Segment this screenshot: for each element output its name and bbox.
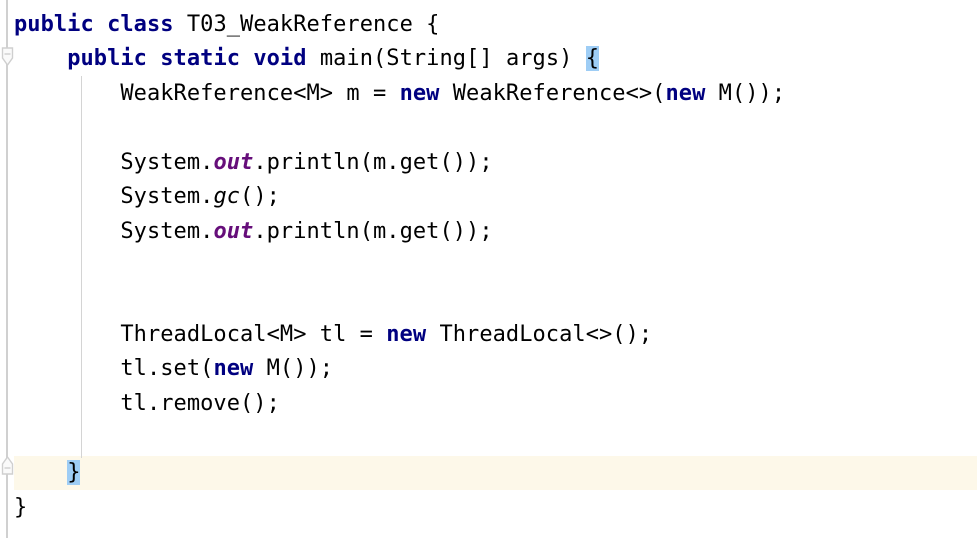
- code-line[interactable]: [0, 421, 977, 455]
- code-token: tl.set(: [14, 356, 214, 381]
- code-token: ThreadLocal<>();: [426, 322, 653, 347]
- code-line[interactable]: WeakReference<M> m = new WeakReference<>…: [0, 77, 977, 111]
- code-text-layer[interactable]: public class T03_WeakReference { public …: [0, 0, 977, 538]
- editor-gutter[interactable]: [0, 0, 14, 538]
- code-token: ThreadLocal<M> tl =: [14, 322, 387, 347]
- code-token: out: [213, 219, 254, 244]
- code-line[interactable]: tl.set(new M());: [0, 352, 977, 386]
- code-token: tl.remove();: [14, 391, 280, 416]
- code-token: new: [665, 81, 706, 106]
- fold-collapse-method-end-icon[interactable]: [0, 455, 15, 477]
- code-token: out: [213, 150, 254, 175]
- code-line[interactable]: public class T03_WeakReference {: [0, 8, 977, 42]
- code-token: new: [213, 356, 254, 381]
- code-line[interactable]: System.out.println(m.get());: [0, 215, 977, 249]
- code-token: void: [253, 46, 307, 71]
- code-token: T03_WeakReference {: [173, 12, 440, 37]
- code-line[interactable]: [0, 249, 977, 283]
- code-token: class: [107, 12, 174, 37]
- code-line[interactable]: [0, 111, 977, 145]
- code-token: System.: [14, 150, 214, 175]
- code-token: }: [67, 460, 81, 485]
- code-token: }: [14, 495, 28, 520]
- code-token: public: [67, 46, 147, 71]
- code-token: new: [399, 81, 440, 106]
- code-token: M());: [705, 81, 786, 106]
- code-token: System.: [14, 219, 214, 244]
- code-line[interactable]: ThreadLocal<M> tl = new ThreadLocal<>();: [0, 318, 977, 352]
- code-token: main(String[] args): [306, 46, 586, 71]
- code-token: WeakReference<>(: [439, 81, 666, 106]
- code-token: .println(m.get());: [253, 150, 493, 175]
- code-token: gc: [213, 184, 241, 209]
- code-line[interactable]: System.gc();: [0, 180, 977, 214]
- code-line[interactable]: public static void main(String[] args) {: [0, 42, 977, 76]
- code-token: WeakReference<M> m =: [14, 81, 400, 106]
- code-token: new: [386, 322, 427, 347]
- code-token: ();: [240, 184, 280, 209]
- code-token: public: [14, 12, 94, 37]
- code-token: {: [585, 46, 600, 71]
- code-token: System.: [14, 184, 214, 209]
- code-line[interactable]: }: [0, 491, 977, 525]
- code-token: .println(m.get());: [253, 219, 493, 244]
- fold-collapse-class-body-icon[interactable]: [0, 46, 15, 68]
- code-line[interactable]: tl.remove();: [0, 387, 977, 421]
- code-line[interactable]: System.out.println(m.get());: [0, 146, 977, 180]
- code-line[interactable]: [0, 283, 977, 317]
- code-token: M());: [253, 356, 334, 381]
- code-line[interactable]: }: [0, 456, 977, 490]
- code-token: static: [160, 46, 241, 71]
- code-editor[interactable]: public class T03_WeakReference { public …: [0, 0, 977, 538]
